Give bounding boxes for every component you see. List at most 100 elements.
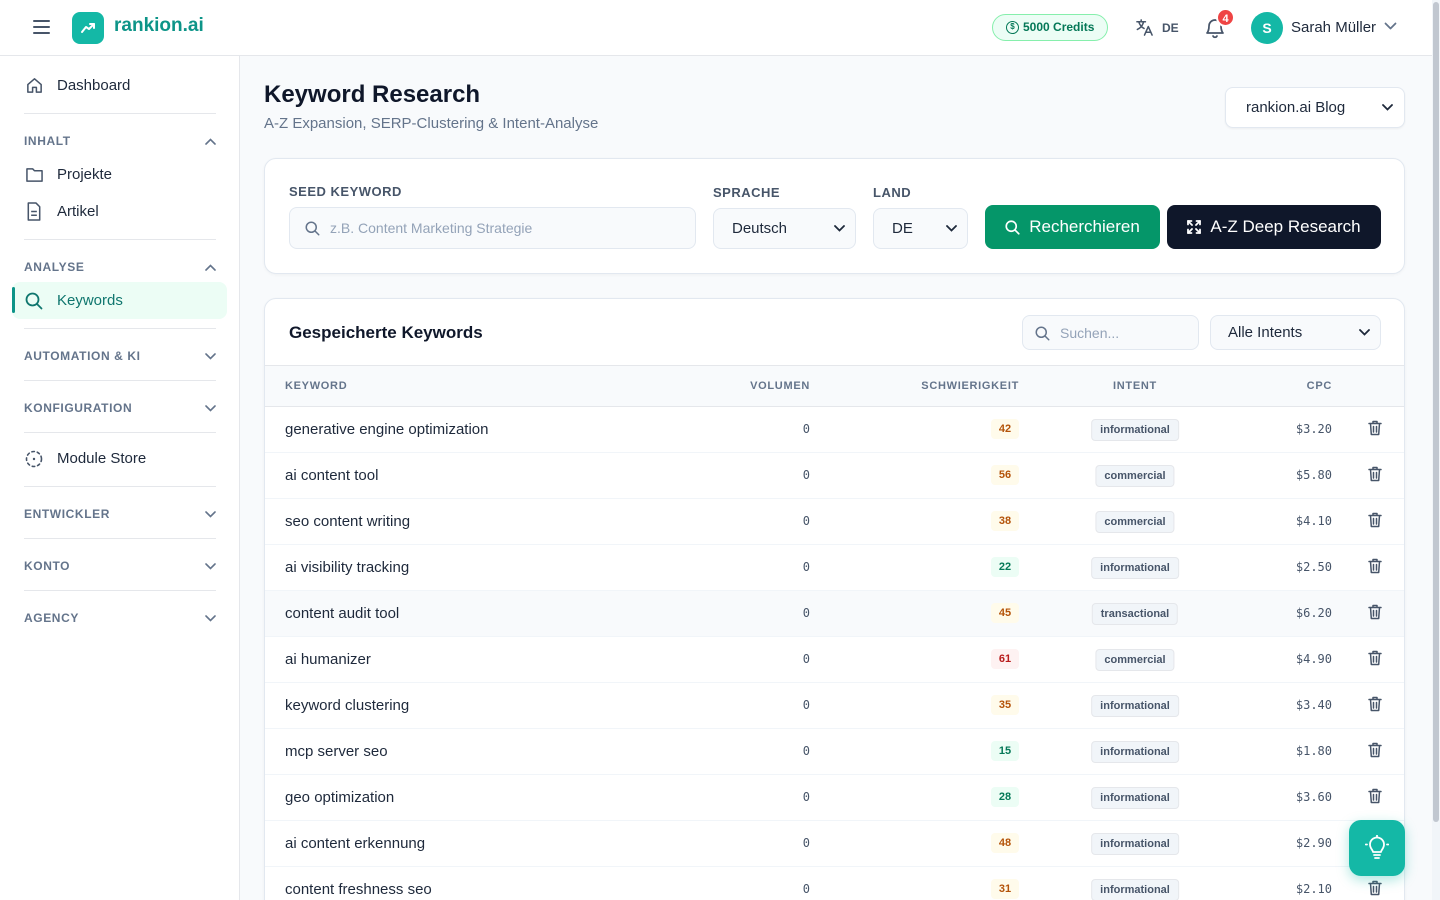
seed-keyword-label: SEED KEYWORD (289, 184, 402, 199)
column-cpc[interactable]: CPC (1272, 380, 1332, 392)
section-konfiguration[interactable]: KONFIGURATION (24, 398, 216, 418)
keyword-cell: mcp server seo (285, 743, 388, 760)
language-select[interactable]: Deutsch (713, 208, 856, 249)
recherchieren-button[interactable]: Recherchieren (985, 205, 1160, 249)
difficulty-badge: 35 (991, 695, 1019, 715)
sidebar-divider (24, 538, 216, 539)
credits-label: 5000 Credits (1023, 20, 1095, 34)
section-konto[interactable]: KONTO (24, 556, 216, 576)
sidebar-item-module-store[interactable]: Module Store (12, 440, 227, 477)
section-entwickler[interactable]: ENTWICKLER (24, 504, 216, 524)
project-select[interactable]: rankion.ai Blog (1225, 87, 1405, 128)
trash-icon[interactable] (1368, 788, 1382, 809)
cpc-cell: $2.50 (1295, 560, 1332, 574)
table-row[interactable]: geo optimization 0 28 informational $3.60 (265, 775, 1404, 821)
table-row[interactable]: ai content tool 0 56 commercial $5.80 (265, 453, 1404, 499)
translate-icon (1136, 19, 1153, 36)
sidebar-item-artikel[interactable]: Artikel (12, 193, 227, 230)
section-automation[interactable]: AUTOMATION & KI (24, 346, 216, 366)
page-title: Keyword Research (264, 81, 481, 108)
keyword-cell: content freshness seo (285, 881, 432, 898)
trash-icon[interactable] (1368, 420, 1382, 441)
section-label: ENTWICKLER (24, 507, 110, 521)
sidebar-item-projekte[interactable]: Projekte (12, 156, 227, 193)
section-analyse[interactable]: ANALYSE (24, 257, 216, 277)
page-scrollbar[interactable] (1432, 0, 1440, 900)
sidebar-divider (24, 239, 216, 240)
trash-icon[interactable] (1368, 696, 1382, 717)
chevron-down-icon[interactable] (1384, 22, 1397, 31)
table-row[interactable]: ai content erkennung 0 48 informational $2.9… (265, 821, 1404, 867)
notification-count-badge: 4 (1216, 8, 1235, 27)
chevron-down-icon (834, 225, 845, 232)
difficulty-badge: 38 (991, 511, 1019, 531)
volume-cell: 0 (802, 744, 810, 758)
difficulty-badge: 28 (991, 787, 1019, 807)
sidebar-item-label: Projekte (57, 166, 113, 183)
table-row[interactable]: content audit tool 0 45 transactional $6.20 (265, 591, 1404, 637)
document-icon (24, 202, 44, 222)
scrollbar-thumb[interactable] (1433, 2, 1439, 822)
column-difficulty[interactable]: SCHWIERIGKEIT (905, 380, 1019, 392)
keyword-cell: ai visibility tracking (285, 559, 410, 576)
country-select[interactable]: DE (873, 208, 968, 249)
saved-keywords-card: Gespeicherte Keywords Suchen... Alle Int… (264, 298, 1405, 900)
column-intent[interactable]: INTENT (1085, 380, 1185, 392)
research-card: SEED KEYWORD z.B. Content Marketing Stra… (264, 158, 1405, 274)
table-row[interactable]: seo content writing 0 38 commercial $4.10 (265, 499, 1404, 545)
page-subtitle: A-Z Expansion, SERP-Clustering & Intent-… (264, 115, 599, 132)
trash-icon[interactable] (1368, 466, 1382, 487)
section-inhalt[interactable]: INHALT (24, 131, 216, 151)
table-row[interactable]: generative engine optimization 0 42 informa… (265, 407, 1404, 453)
difficulty-badge: 61 (991, 649, 1019, 669)
table-row[interactable]: keyword clustering 0 35 informational $3.40 (265, 683, 1404, 729)
intent-badge: informational (1091, 833, 1179, 855)
deep-research-button[interactable]: A-Z Deep Research (1167, 205, 1381, 249)
sidebar-item-dashboard[interactable]: Dashboard (12, 67, 227, 104)
language-code: DE (1162, 20, 1179, 35)
tips-lightbulb-button[interactable] (1349, 820, 1405, 876)
trash-icon[interactable] (1368, 558, 1382, 579)
recherchieren-label: Recherchieren (1029, 217, 1140, 236)
cpc-cell: $3.20 (1295, 422, 1332, 436)
search-icon (1035, 326, 1050, 341)
brand-name[interactable]: rankion.ai (114, 15, 204, 37)
trash-icon[interactable] (1368, 604, 1382, 625)
cpc-cell: $4.90 (1295, 652, 1332, 666)
user-name[interactable]: Sarah Müller (1291, 19, 1376, 36)
column-volume[interactable]: VOLUMEN (745, 380, 810, 392)
logo-trend-icon[interactable] (72, 12, 104, 44)
intent-badge: informational (1091, 879, 1179, 900)
intent-filter-select[interactable]: Alle Intents (1210, 315, 1381, 350)
seed-keyword-placeholder: z.B. Content Marketing Strategie (330, 220, 533, 236)
table-row[interactable]: ai humanizer 0 61 commercial $4.90 (265, 637, 1404, 683)
trash-icon[interactable] (1368, 512, 1382, 533)
volume-cell: 0 (802, 606, 810, 620)
keyword-search-input[interactable]: Suchen... (1022, 315, 1199, 350)
sidebar-divider (24, 380, 216, 381)
user-avatar[interactable]: S (1251, 12, 1283, 44)
trash-icon[interactable] (1368, 742, 1382, 763)
sidebar-divider (24, 486, 216, 487)
difficulty-badge: 15 (991, 741, 1019, 761)
search-icon (305, 221, 320, 236)
sidebar-item-keywords[interactable]: Keywords (12, 282, 227, 319)
sidebar-item-label: Module Store (57, 450, 147, 467)
sidebar-divider (24, 328, 216, 329)
trash-icon[interactable] (1368, 880, 1382, 900)
credits-badge[interactable]: $ 5000 Credits (992, 14, 1109, 41)
top-header: rankion.ai $ 5000 Credits DE 4 S Sarah M… (0, 0, 1432, 56)
seed-keyword-input[interactable]: z.B. Content Marketing Strategie (289, 207, 696, 249)
table-row[interactable]: ai visibility tracking 0 22 informational $2… (265, 545, 1404, 591)
sidebar: Dashboard INHALT Projekte Artikel ANALYS… (0, 56, 240, 900)
chevron-down-icon (205, 404, 216, 412)
table-row[interactable]: content freshness seo 0 31 informational $2.… (265, 867, 1404, 900)
column-keyword[interactable]: KEYWORD (285, 380, 347, 392)
section-agency[interactable]: AGENCY (24, 608, 216, 628)
table-row[interactable]: mcp server seo 0 15 informational $1.80 (265, 729, 1404, 775)
hamburger-menu-icon[interactable] (33, 20, 50, 34)
language-switcher[interactable]: DE (1135, 18, 1179, 37)
trash-icon[interactable] (1368, 650, 1382, 671)
sidebar-divider (24, 113, 216, 114)
keyword-search-placeholder: Suchen... (1060, 324, 1120, 341)
